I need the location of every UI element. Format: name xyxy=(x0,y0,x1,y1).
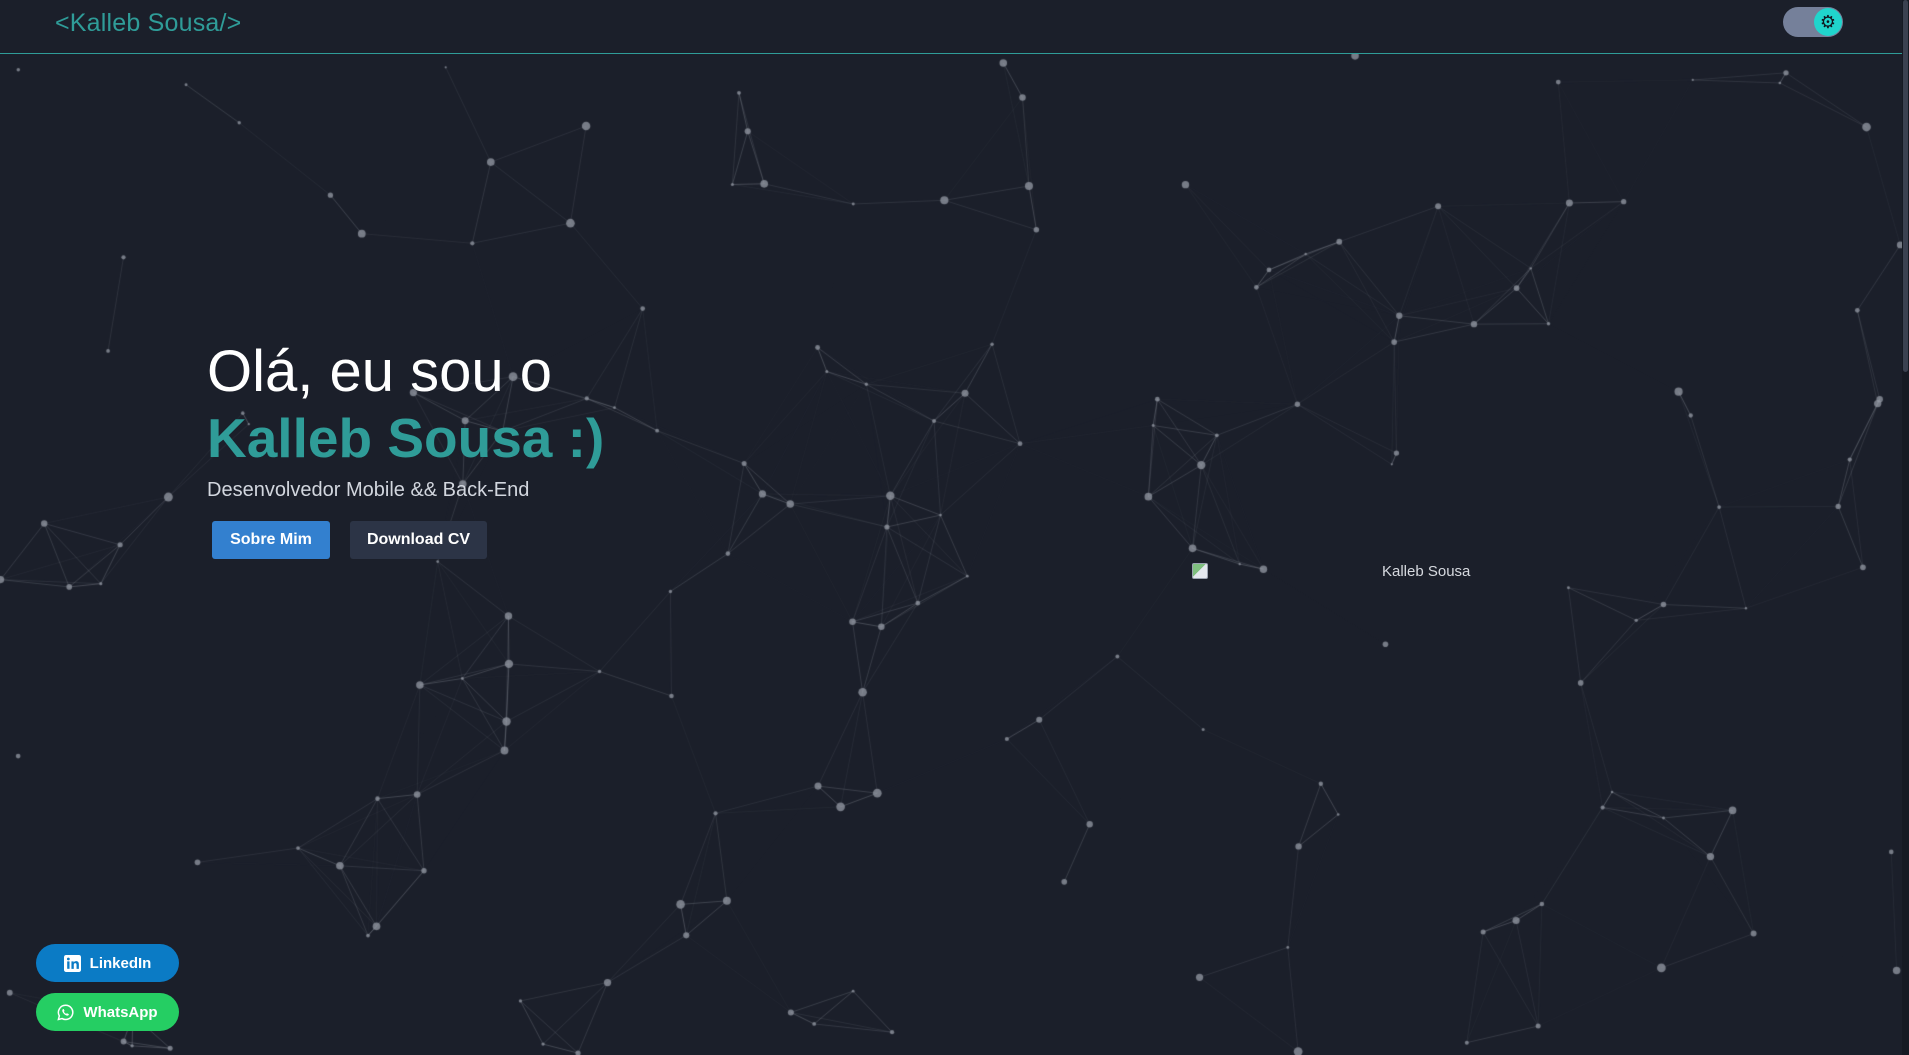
profile-image-alt-text: Kalleb Sousa xyxy=(1382,563,1471,580)
scrollbar[interactable] xyxy=(1902,0,1909,1055)
whatsapp-button[interactable]: WhatsApp xyxy=(36,993,179,1031)
linkedin-icon xyxy=(63,954,81,972)
whatsapp-label: WhatsApp xyxy=(83,1003,158,1021)
scrollbar-thumb[interactable] xyxy=(1903,0,1908,372)
gear-icon: ⚙ xyxy=(1814,8,1842,36)
hero-name: Kalleb Sousa :) xyxy=(207,407,605,469)
whatsapp-icon xyxy=(57,1004,74,1021)
about-me-button[interactable]: Sobre Mim xyxy=(212,521,330,559)
hero-greeting: Olá, eu sou o xyxy=(207,339,552,404)
linkedin-label: LinkedIn xyxy=(89,954,152,972)
brand-logo[interactable]: <Kalleb Sousa/> xyxy=(55,9,241,38)
hero-subtitle: Desenvolvedor Mobile && Back-End xyxy=(207,479,530,501)
download-cv-button[interactable]: Download CV xyxy=(350,521,487,559)
broken-image-icon xyxy=(1192,563,1208,579)
theme-toggle[interactable]: ⚙ xyxy=(1783,7,1843,37)
navbar: <Kalleb Sousa/> ⚙ xyxy=(0,0,1905,54)
linkedin-button[interactable]: LinkedIn xyxy=(36,944,179,982)
page: <Kalleb Sousa/> ⚙ Olá, eu sou o Kalleb S… xyxy=(0,0,1909,1055)
